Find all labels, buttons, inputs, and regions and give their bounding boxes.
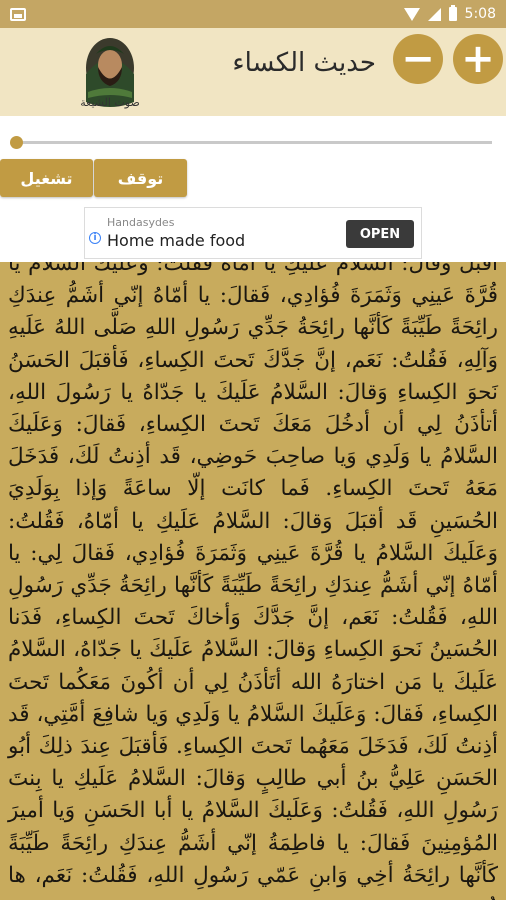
ad-info-icon[interactable]: i	[89, 232, 101, 244]
plus-icon: +	[461, 36, 495, 82]
ad-brand: Handasydes	[107, 216, 175, 229]
play-button[interactable]: تشغيل	[0, 159, 93, 197]
stop-button[interactable]: توقف	[94, 159, 187, 197]
playback-controls: تشغيل توقف	[0, 158, 506, 198]
signal-icon	[427, 7, 441, 21]
zoom-out-button[interactable]: −	[393, 34, 443, 84]
status-left	[10, 7, 26, 21]
seek-track[interactable]	[16, 141, 492, 144]
minus-icon: −	[401, 36, 435, 82]
page-title: حديث الكساء	[232, 48, 376, 78]
seek-thumb[interactable]	[10, 136, 23, 149]
notification-image-icon	[10, 7, 26, 21]
ad-banner[interactable]: Handasydes i Home made food OPEN	[84, 207, 422, 259]
status-time: 5:08	[464, 6, 496, 22]
app-bar: صوت الشيعة حديث الكساء − +	[0, 28, 506, 116]
hadith-text: أقبلَ وَقالَ: السَّلامُ عَلَيكِ يا أمّاه…	[8, 262, 498, 900]
logo-caption: صوت الشيعة	[80, 96, 140, 109]
battery-icon	[448, 5, 457, 21]
text-scroll-area[interactable]: أقبلَ وَقالَ: السَّلامُ عَلَيكِ يا أمّاه…	[0, 262, 506, 900]
wifi-icon	[403, 7, 420, 21]
ad-open-button[interactable]: OPEN	[346, 220, 414, 248]
status-bar: 5:08	[0, 0, 506, 28]
seek-bar-area	[0, 116, 506, 158]
ad-headline: Home made food	[107, 231, 246, 250]
status-right: 5:08	[403, 5, 496, 22]
zoom-in-button[interactable]: +	[453, 34, 503, 84]
